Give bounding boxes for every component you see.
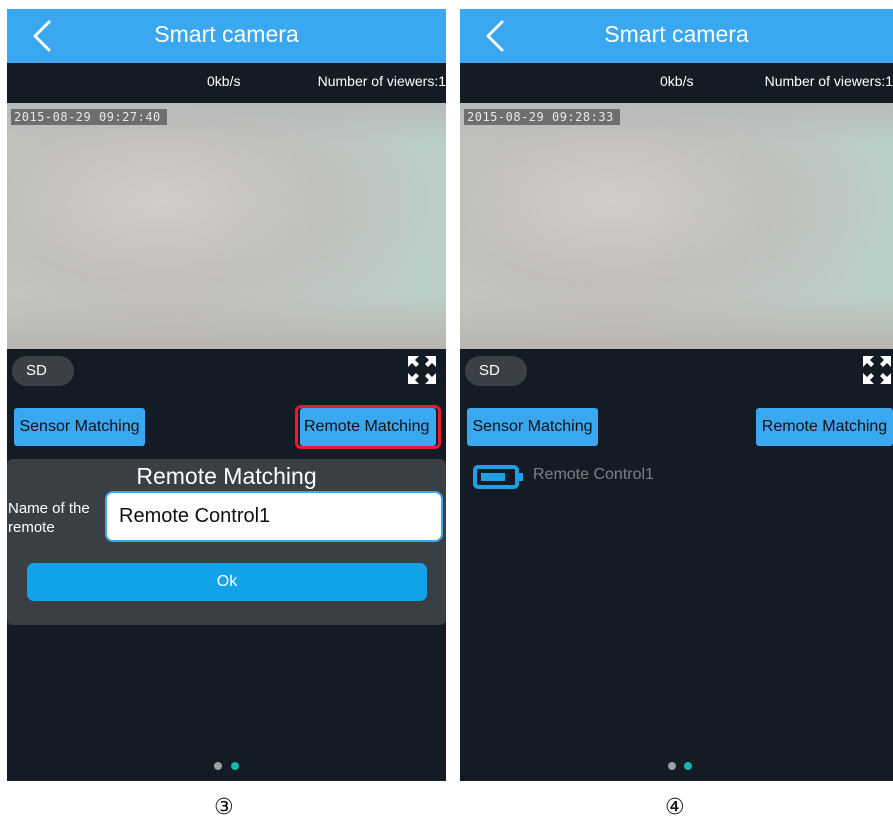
app-bar: Smart camera — [460, 9, 893, 63]
status-row: 0kb/s Number of viewers:1 — [460, 63, 893, 103]
sensor-matching-button[interactable]: Sensor Matching — [14, 408, 145, 446]
video-feed[interactable]: 2015-08-29 09:28:33 — [460, 103, 893, 349]
page-dot — [214, 762, 222, 770]
data-rate: 0kb/s — [207, 73, 241, 89]
highlight-box — [295, 405, 441, 449]
video-feed[interactable]: 2015-08-29 09:27:40 — [7, 103, 446, 349]
screen-panel-3: Smart camera 0kb/s Number of viewers:1 2… — [7, 9, 446, 781]
dialog-title: Remote Matching — [136, 463, 317, 489]
remote-matching-dialog: Remote Matching Name of the remote Remot… — [7, 459, 446, 625]
screen-panel-4: Smart camera 0kb/s Number of viewers:1 2… — [460, 9, 893, 781]
remote-matching-button[interactable]: Remote Matching — [756, 408, 893, 446]
page-indicator — [460, 762, 893, 772]
quality-toggle[interactable]: SD — [465, 356, 527, 386]
video-timestamp: 2015-08-29 09:27:40 — [11, 109, 167, 125]
sensor-matching-button[interactable]: Sensor Matching — [467, 408, 598, 446]
app-title: Smart camera — [604, 21, 749, 47]
data-rate: 0kb/s — [660, 73, 694, 89]
remote-list-item[interactable]: Remote Control1 — [473, 463, 773, 491]
ok-button[interactable]: Ok — [27, 563, 427, 601]
remote-name-input[interactable]: Remote Control1 — [105, 491, 443, 542]
page-dot — [668, 762, 676, 770]
quality-toggle[interactable]: SD — [12, 356, 74, 386]
viewer-count: Number of viewers:1 — [764, 73, 893, 89]
panel-caption-4: ④ — [665, 795, 685, 820]
page-dot-active — [231, 762, 239, 770]
page-indicator — [7, 762, 446, 772]
fullscreen-icon[interactable] — [861, 354, 893, 386]
status-row: 0kb/s Number of viewers:1 — [7, 63, 446, 103]
video-timestamp: 2015-08-29 09:28:33 — [464, 109, 620, 125]
remote-name-label: Name of the remote — [8, 500, 90, 536]
fullscreen-icon[interactable] — [406, 354, 438, 386]
app-title: Smart camera — [154, 21, 299, 47]
panel-caption-3: ③ — [214, 795, 234, 820]
remote-name: Remote Control1 — [533, 466, 654, 483]
page-dot-active — [684, 762, 692, 770]
app-bar: Smart camera — [7, 9, 446, 63]
battery-icon — [473, 465, 523, 489]
viewer-count: Number of viewers:1 — [317, 73, 446, 89]
